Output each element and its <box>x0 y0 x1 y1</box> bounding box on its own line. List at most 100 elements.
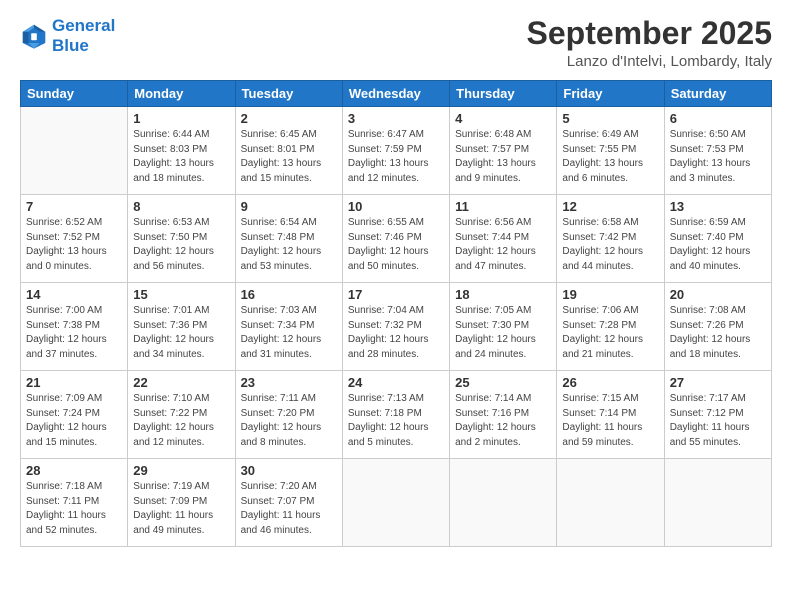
table-row: 7 Sunrise: 6:52 AMSunset: 7:52 PMDaylight… <box>21 195 128 283</box>
day-number: 25 <box>455 375 551 390</box>
day-info: Sunrise: 7:15 AMSunset: 7:14 PMDaylight:… <box>562 392 658 450</box>
table-row <box>664 459 771 547</box>
table-row: 28 Sunrise: 7:18 AMSunset: 7:11 PMDayligh… <box>21 459 128 547</box>
day-info: Sunrise: 7:17 AMSunset: 7:12 PMDaylight:… <box>670 392 766 450</box>
header-thursday: Thursday <box>450 81 557 107</box>
day-number: 26 <box>562 375 658 390</box>
day-info: Sunrise: 6:50 AMSunset: 7:53 PMDaylight:… <box>670 128 766 186</box>
day-info: Sunrise: 6:59 AMSunset: 7:40 PMDaylight:… <box>670 216 766 274</box>
day-info: Sunrise: 7:18 AMSunset: 7:11 PMDaylight:… <box>26 480 122 538</box>
header-monday: Monday <box>128 81 235 107</box>
header-wednesday: Wednesday <box>342 81 449 107</box>
day-number: 11 <box>455 199 551 214</box>
day-number: 22 <box>133 375 229 390</box>
header-sunday: Sunday <box>21 81 128 107</box>
calendar-subtitle: Lanzo d'Intelvi, Lombardy, Italy <box>527 53 772 70</box>
calendar-table: Sunday Monday Tuesday Wednesday Thursday… <box>20 80 772 547</box>
day-info: Sunrise: 6:52 AMSunset: 7:52 PMDaylight:… <box>26 216 122 274</box>
day-info: Sunrise: 7:10 AMSunset: 7:22 PMDaylight:… <box>133 392 229 450</box>
day-number: 12 <box>562 199 658 214</box>
day-number: 6 <box>670 111 766 126</box>
day-number: 21 <box>26 375 122 390</box>
day-info: Sunrise: 6:54 AMSunset: 7:48 PMDaylight:… <box>241 216 337 274</box>
day-number: 18 <box>455 287 551 302</box>
day-info: Sunrise: 6:45 AMSunset: 8:01 PMDaylight:… <box>241 128 337 186</box>
day-number: 28 <box>26 463 122 478</box>
day-info: Sunrise: 7:13 AMSunset: 7:18 PMDaylight:… <box>348 392 444 450</box>
table-row: 5Sunrise: 6:49 AMSunset: 7:55 PMDaylight… <box>557 107 664 195</box>
table-row: 23 Sunrise: 7:11 AMSunset: 7:20 PMDayligh… <box>235 371 342 459</box>
day-number: 4 <box>455 111 551 126</box>
day-info: Sunrise: 7:01 AMSunset: 7:36 PMDaylight:… <box>133 304 229 362</box>
logo-text: General Blue <box>52 16 115 55</box>
day-number: 14 <box>26 287 122 302</box>
day-number: 30 <box>241 463 337 478</box>
page: General Blue September 2025 Lanzo d'Inte… <box>0 0 792 612</box>
day-number: 29 <box>133 463 229 478</box>
table-row: 20 Sunrise: 7:08 AMSunset: 7:26 PMDayligh… <box>664 283 771 371</box>
day-number: 1 <box>133 111 229 126</box>
table-row <box>21 107 128 195</box>
day-info: Sunrise: 7:00 AMSunset: 7:38 PMDaylight:… <box>26 304 122 362</box>
table-row: 15 Sunrise: 7:01 AMSunset: 7:36 PMDayligh… <box>128 283 235 371</box>
table-row: 9 Sunrise: 6:54 AMSunset: 7:48 PMDaylight… <box>235 195 342 283</box>
day-number: 20 <box>670 287 766 302</box>
header: General Blue September 2025 Lanzo d'Inte… <box>20 16 772 70</box>
day-info: Sunrise: 6:55 AMSunset: 7:46 PMDaylight:… <box>348 216 444 274</box>
table-row <box>557 459 664 547</box>
header-tuesday: Tuesday <box>235 81 342 107</box>
day-info: Sunrise: 6:47 AMSunset: 7:59 PMDaylight:… <box>348 128 444 186</box>
table-row: 14 Sunrise: 7:00 AMSunset: 7:38 PMDayligh… <box>21 283 128 371</box>
day-number: 15 <box>133 287 229 302</box>
table-row: 17 Sunrise: 7:04 AMSunset: 7:32 PMDayligh… <box>342 283 449 371</box>
day-info: Sunrise: 7:05 AMSunset: 7:30 PMDaylight:… <box>455 304 551 362</box>
day-number: 13 <box>670 199 766 214</box>
day-info: Sunrise: 7:11 AMSunset: 7:20 PMDaylight:… <box>241 392 337 450</box>
table-row: 12 Sunrise: 6:58 AMSunset: 7:42 PMDayligh… <box>557 195 664 283</box>
weekday-header-row: Sunday Monday Tuesday Wednesday Thursday… <box>21 81 772 107</box>
table-row <box>342 459 449 547</box>
day-info: Sunrise: 7:08 AMSunset: 7:26 PMDaylight:… <box>670 304 766 362</box>
day-number: 2 <box>241 111 337 126</box>
day-info: Sunrise: 6:53 AMSunset: 7:50 PMDaylight:… <box>133 216 229 274</box>
day-info: Sunrise: 6:58 AMSunset: 7:42 PMDaylight:… <box>562 216 658 274</box>
day-info: Sunrise: 7:09 AMSunset: 7:24 PMDaylight:… <box>26 392 122 450</box>
table-row: 19 Sunrise: 7:06 AMSunset: 7:28 PMDayligh… <box>557 283 664 371</box>
day-info: Sunrise: 7:19 AMSunset: 7:09 PMDaylight:… <box>133 480 229 538</box>
day-number: 7 <box>26 199 122 214</box>
day-number: 23 <box>241 375 337 390</box>
table-row: 21 Sunrise: 7:09 AMSunset: 7:24 PMDayligh… <box>21 371 128 459</box>
day-number: 19 <box>562 287 658 302</box>
table-row: 11 Sunrise: 6:56 AMSunset: 7:44 PMDayligh… <box>450 195 557 283</box>
day-number: 24 <box>348 375 444 390</box>
table-row: 2 Sunrise: 6:45 AMSunset: 8:01 PMDaylight… <box>235 107 342 195</box>
day-info: Sunrise: 7:06 AMSunset: 7:28 PMDaylight:… <box>562 304 658 362</box>
table-row: 24 Sunrise: 7:13 AMSunset: 7:18 PMDayligh… <box>342 371 449 459</box>
header-friday: Friday <box>557 81 664 107</box>
table-row <box>450 459 557 547</box>
day-info: Sunrise: 6:56 AMSunset: 7:44 PMDaylight:… <box>455 216 551 274</box>
table-row: 13 Sunrise: 6:59 AMSunset: 7:40 PMDayligh… <box>664 195 771 283</box>
day-number: 27 <box>670 375 766 390</box>
table-row: 4 Sunrise: 6:48 AMSunset: 7:57 PMDaylight… <box>450 107 557 195</box>
day-number: 9 <box>241 199 337 214</box>
table-row: 6 Sunrise: 6:50 AMSunset: 7:53 PMDaylight… <box>664 107 771 195</box>
table-row: 26 Sunrise: 7:15 AMSunset: 7:14 PMDayligh… <box>557 371 664 459</box>
day-info: Sunrise: 6:48 AMSunset: 7:57 PMDaylight:… <box>455 128 551 186</box>
table-row: 16Sunrise: 7:03 AMSunset: 7:34 PMDayligh… <box>235 283 342 371</box>
table-row: 3 Sunrise: 6:47 AMSunset: 7:59 PMDaylight… <box>342 107 449 195</box>
day-number: 10 <box>348 199 444 214</box>
table-row: 29 Sunrise: 7:19 AMSunset: 7:09 PMDayligh… <box>128 459 235 547</box>
table-row: 8 Sunrise: 6:53 AMSunset: 7:50 PMDaylight… <box>128 195 235 283</box>
calendar-title: September 2025 <box>527 16 772 51</box>
logo-icon <box>20 22 48 50</box>
day-number: 16 <box>241 287 337 302</box>
day-number: 5 <box>562 111 658 126</box>
day-number: 8 <box>133 199 229 214</box>
day-number: 17 <box>348 287 444 302</box>
day-info: Sunrise: 7:20 AMSunset: 7:07 PMDaylight:… <box>241 480 337 538</box>
table-row: 22 Sunrise: 7:10 AMSunset: 7:22 PMDayligh… <box>128 371 235 459</box>
day-number: 3 <box>348 111 444 126</box>
day-info: Sunrise: 6:44 AMSunset: 8:03 PMDaylight:… <box>133 128 229 186</box>
day-info: Sunrise: 7:04 AMSunset: 7:32 PMDaylight:… <box>348 304 444 362</box>
